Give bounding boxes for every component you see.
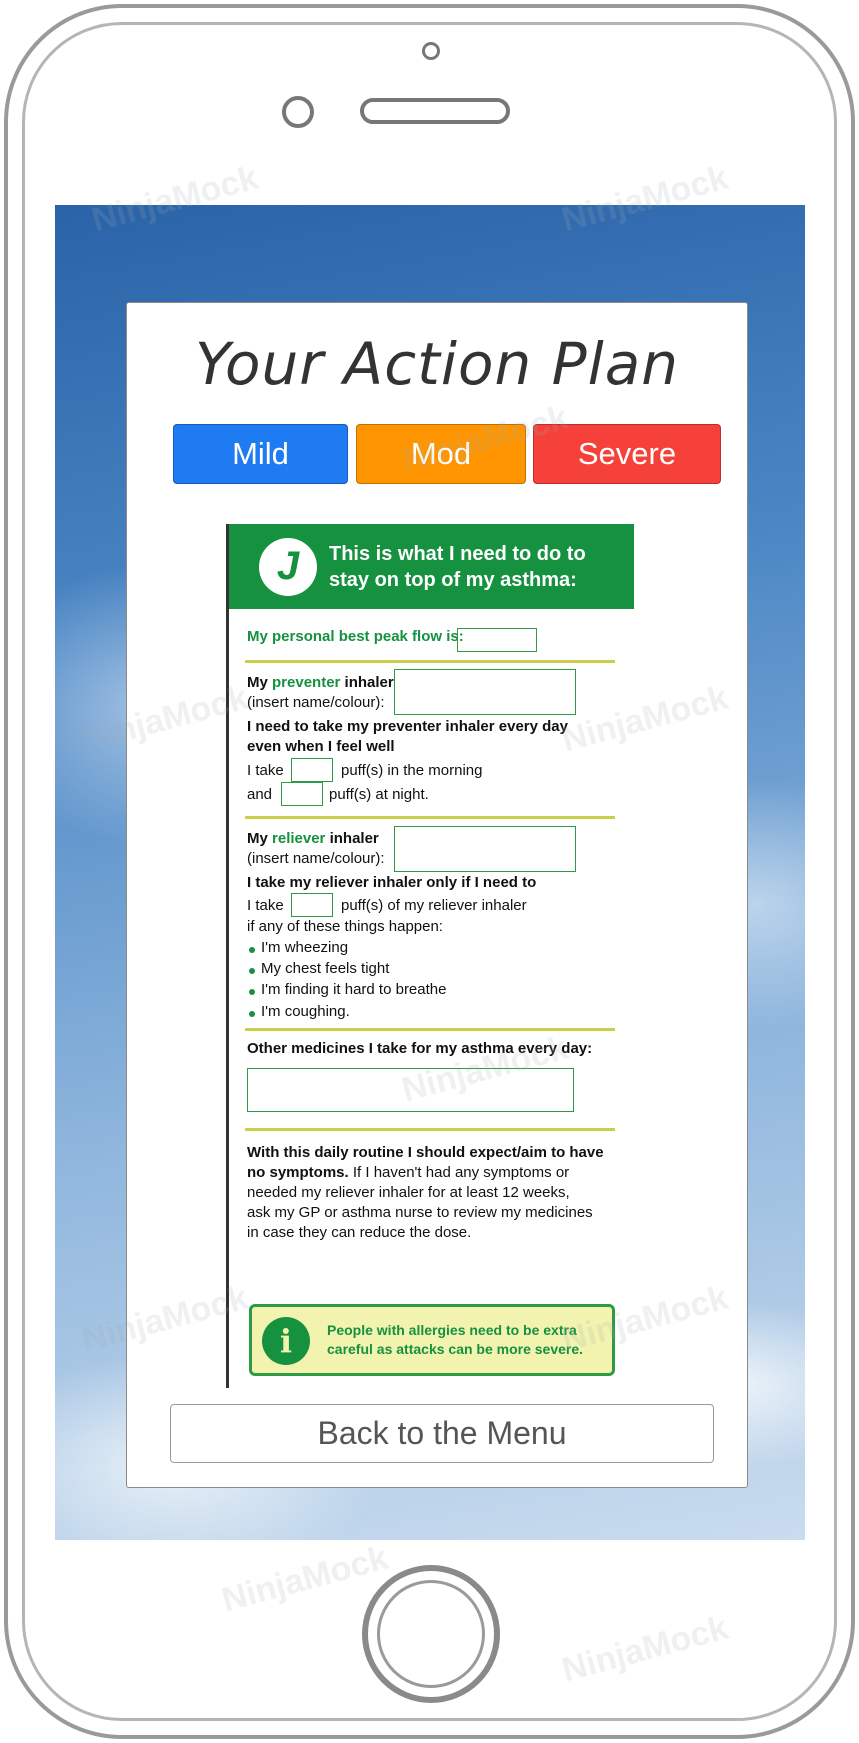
action-plan-document: J This is what I need to do to stay on t… bbox=[226, 524, 634, 1388]
document-header: J This is what I need to do to stay on t… bbox=[229, 524, 634, 609]
other-medicines-field[interactable] bbox=[247, 1068, 574, 1112]
bullet-icon bbox=[249, 1011, 255, 1017]
routine-line-1: With this daily routine I should expect/… bbox=[247, 1144, 604, 1161]
symptom-item: I'm coughing. bbox=[261, 1003, 350, 1020]
preventer-instruction-1: I need to take my preventer inhaler ever… bbox=[247, 718, 568, 735]
routine-line-2: no symptoms. If I haven't had any sympto… bbox=[247, 1164, 570, 1181]
divider bbox=[245, 816, 615, 819]
symptom-item: I'm wheezing bbox=[261, 939, 349, 956]
routine-line-4: ask my GP or asthma nurse to review my m… bbox=[247, 1204, 593, 1221]
preventer-sublabel: (insert name/colour): bbox=[247, 694, 385, 711]
symptom-item: My chest feels tight bbox=[261, 960, 390, 977]
reliever-label: My reliever inhaler bbox=[247, 830, 379, 847]
allergy-info-box: i People with allergies need to be extra… bbox=[249, 1304, 615, 1376]
morning-puffs-field[interactable] bbox=[291, 758, 333, 782]
bullet-icon bbox=[249, 947, 255, 953]
morning-suffix: puff(s) in the morning bbox=[341, 762, 483, 779]
home-button[interactable] bbox=[362, 1565, 500, 1703]
severe-button[interactable]: Severe bbox=[533, 424, 721, 484]
preventer-instruction-2: even when I feel well bbox=[247, 738, 395, 755]
preventer-name-field[interactable] bbox=[394, 669, 576, 715]
peak-flow-label: My personal best peak flow is: bbox=[247, 628, 464, 645]
sensor-icon bbox=[282, 96, 314, 128]
reliever-condition: if any of these things happen: bbox=[247, 918, 443, 935]
peak-flow-field[interactable] bbox=[457, 628, 537, 652]
reliever-sublabel: (insert name/colour): bbox=[247, 850, 385, 867]
allergy-info-text: People with allergies need to be extra c… bbox=[327, 1322, 584, 1357]
preventer-label: My preventer inhaler bbox=[247, 674, 394, 691]
night-suffix: puff(s) at night. bbox=[329, 786, 429, 803]
front-camera-icon bbox=[422, 42, 440, 60]
routine-line-5: in case they can reduce the dose. bbox=[247, 1224, 472, 1241]
info-icon: i bbox=[262, 1317, 310, 1365]
mild-button[interactable]: Mild bbox=[173, 424, 348, 484]
symptom-item: I'm finding it hard to breathe bbox=[261, 981, 447, 998]
reliever-name-field[interactable] bbox=[394, 826, 576, 872]
divider bbox=[245, 660, 615, 663]
speaker-icon bbox=[360, 98, 510, 124]
night-puffs-field[interactable] bbox=[281, 782, 323, 806]
mod-button[interactable]: Mod bbox=[356, 424, 526, 484]
reliever-puffs-field[interactable] bbox=[291, 893, 333, 917]
routine-line-3: needed my reliever inhaler for at least … bbox=[247, 1184, 570, 1201]
bullet-icon bbox=[249, 989, 255, 995]
asthma-logo-icon: J bbox=[259, 537, 317, 596]
document-header-text: This is what I need to do to stay on top… bbox=[329, 542, 586, 591]
night-prefix: and bbox=[247, 786, 273, 803]
reliever-take-suffix: puff(s) of my reliever inhaler bbox=[341, 897, 527, 914]
bullet-icon bbox=[249, 968, 255, 974]
other-medicines-label: Other medicines I take for my asthma eve… bbox=[247, 1040, 593, 1057]
reliever-take-prefix: I take bbox=[247, 897, 284, 914]
back-to-menu-button[interactable]: Back to the Menu bbox=[170, 1404, 714, 1463]
divider bbox=[245, 1128, 615, 1131]
morning-prefix: I take bbox=[247, 762, 284, 779]
page-title: Your Action Plan bbox=[194, 330, 680, 398]
reliever-instruction: I take my reliever inhaler only if I nee… bbox=[247, 874, 537, 891]
divider bbox=[245, 1028, 615, 1031]
